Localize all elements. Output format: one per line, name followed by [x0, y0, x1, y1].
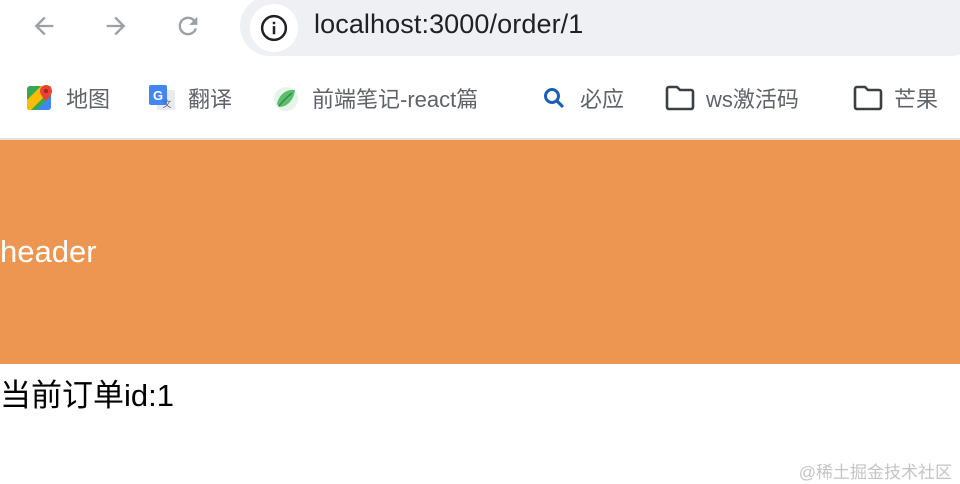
back-button[interactable]: [24, 8, 64, 44]
address-bar[interactable]: localhost:3000/order/1: [240, 0, 960, 56]
forward-button[interactable]: [96, 8, 136, 44]
bookmark-translate[interactable]: G 文 翻译: [146, 80, 232, 116]
bookmark-react-notes[interactable]: 前端笔记-react篇: [270, 80, 478, 116]
browser-toolbar: localhost:3000/order/1: [0, 0, 960, 56]
url-text[interactable]: localhost:3000/order/1: [314, 9, 583, 40]
google-maps-icon: [24, 82, 56, 114]
bookmark-maps[interactable]: 地图: [24, 80, 110, 116]
info-icon[interactable]: [250, 4, 298, 52]
bookmark-label: ws激活码: [706, 87, 799, 112]
bookmark-folder-mango[interactable]: 芒果: [852, 80, 938, 116]
svg-text:文: 文: [162, 98, 171, 110]
info-glyph-icon: [260, 14, 288, 42]
folder-icon: [664, 82, 696, 114]
bookmark-label: 芒果: [894, 87, 939, 112]
bookmark-label: 地图: [66, 87, 111, 112]
google-translate-icon: G 文: [146, 82, 178, 114]
watermark: @稀土掘金技术社区: [798, 463, 952, 482]
bookmark-label: 必应: [580, 87, 625, 112]
search-icon: [538, 82, 570, 114]
bookmark-label: 前端笔记-react篇: [312, 87, 479, 112]
notes-green-icon: [270, 82, 302, 114]
reload-button[interactable]: [168, 8, 208, 44]
order-id-text: 当前订单id:1: [0, 378, 174, 413]
arrow-right-icon: [106, 16, 126, 36]
header-text: header: [0, 234, 97, 269]
bookmark-folder-ws[interactable]: ws激活码: [664, 80, 799, 116]
bookmarks-bar: 地图 G 文 翻译 前端笔记-react篇 必应 ws激活码 芒果: [0, 58, 960, 140]
reload-icon: [178, 16, 198, 36]
page-header: header: [0, 140, 960, 364]
folder-icon: [852, 82, 884, 114]
bookmark-bing[interactable]: 必应: [538, 80, 624, 116]
bookmark-label: 翻译: [188, 87, 233, 112]
arrow-left-icon: [34, 16, 54, 36]
